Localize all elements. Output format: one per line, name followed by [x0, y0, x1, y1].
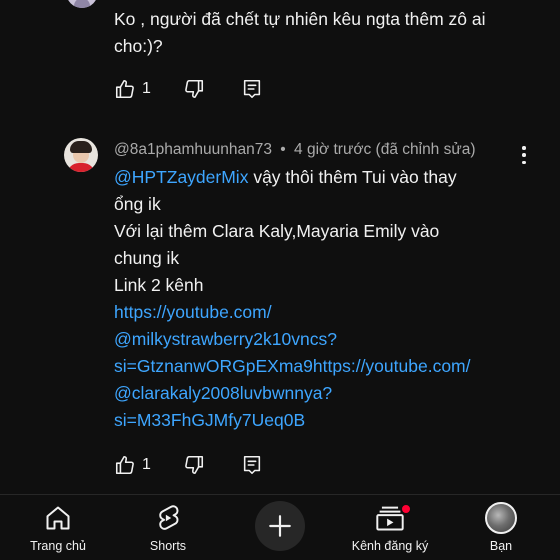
comment-line: Với lại thêm Clara Kaly,Mayaria Emily và… — [114, 221, 440, 241]
previous-comment-actions: 1 — [114, 78, 263, 100]
nav-you[interactable]: Bạn — [446, 502, 556, 553]
comment-text: vậy thôi thêm Tui vào thay — [253, 167, 457, 187]
author-handle[interactable]: @8a1phamhuunhan73 — [114, 141, 272, 158]
comment-actions: 1 — [114, 454, 263, 476]
comment-line: ổng ik — [114, 194, 161, 214]
reply-button[interactable] — [241, 454, 263, 476]
more-options-button[interactable] — [520, 146, 528, 164]
url-link[interactable]: si=M33FhGJMfy7Ueq0B — [114, 407, 534, 434]
notification-dot — [401, 504, 411, 514]
nav-home-label: Trang chủ — [30, 539, 86, 553]
kebab-dot — [522, 146, 526, 150]
mention-link[interactable]: @HPTZayderMix — [114, 167, 248, 187]
thumbs-down-icon — [185, 79, 203, 99]
home-icon — [46, 506, 70, 530]
bottom-navigation: Trang chủ Shorts Kênh đăng ký Bạn — [0, 495, 560, 560]
url-link[interactable]: @milkystrawberry2k10vncs? — [114, 326, 534, 353]
create-button[interactable] — [255, 501, 305, 551]
like-button[interactable]: 1 — [114, 78, 151, 100]
reply-comment-icon — [243, 79, 261, 99]
thumbs-down-icon — [185, 455, 203, 475]
url-link[interactable]: si=GtznanwORGpEXma9https://youtube.com/ — [114, 353, 534, 380]
nav-you-label: Bạn — [489, 539, 513, 553]
comment-meta: @8a1phamhuunhan73 • 4 giờ trước (đã chỉn… — [114, 141, 476, 159]
comment-timestamp: 4 giờ trước (đã chỉnh sửa) — [294, 141, 476, 158]
like-button[interactable]: 1 — [114, 454, 151, 476]
like-count: 1 — [142, 456, 151, 473]
reply-comment-icon — [243, 455, 261, 475]
shorts-icon — [159, 505, 179, 530]
profile-avatar — [485, 502, 517, 534]
comment-line: chung ik — [114, 248, 180, 268]
previous-comment-text: Ko , người đã chết tự nhiên kêu ngta thê… — [114, 9, 486, 56]
dislike-button[interactable] — [183, 454, 205, 476]
comment-line: Link 2 kênh — [114, 275, 204, 295]
meta-separator: • — [280, 141, 286, 158]
thumbs-up-icon — [115, 79, 134, 99]
reply-button[interactable] — [241, 78, 263, 100]
previous-comment-avatar[interactable] — [66, 0, 98, 8]
url-link[interactable]: @clarakaly2008luvbwnnya? — [114, 380, 534, 407]
kebab-dot — [522, 153, 526, 157]
nav-subscriptions[interactable]: Kênh đăng ký — [335, 503, 445, 553]
nav-shorts-label: Shorts — [149, 539, 187, 553]
url-link[interactable]: https://youtube.com/ — [114, 299, 534, 326]
comments-screen: Ko , người đã chết tự nhiên kêu ngta thê… — [0, 0, 560, 560]
nav-subscriptions-label: Kênh đăng ký — [351, 539, 429, 553]
nav-home[interactable]: Trang chủ — [3, 503, 113, 553]
nav-shorts[interactable]: Shorts — [113, 503, 223, 553]
author-avatar[interactable] — [64, 138, 98, 172]
comment-body: @HPTZayderMix vậy thôi thêm Tui vào thay… — [114, 164, 534, 434]
plus-icon — [269, 515, 291, 537]
dislike-button[interactable] — [183, 78, 205, 100]
thumbs-up-icon — [115, 455, 134, 475]
like-count: 1 — [142, 80, 151, 97]
comment-line: @HPTZayderMix vậy thôi thêm Tui vào thay — [114, 164, 534, 191]
